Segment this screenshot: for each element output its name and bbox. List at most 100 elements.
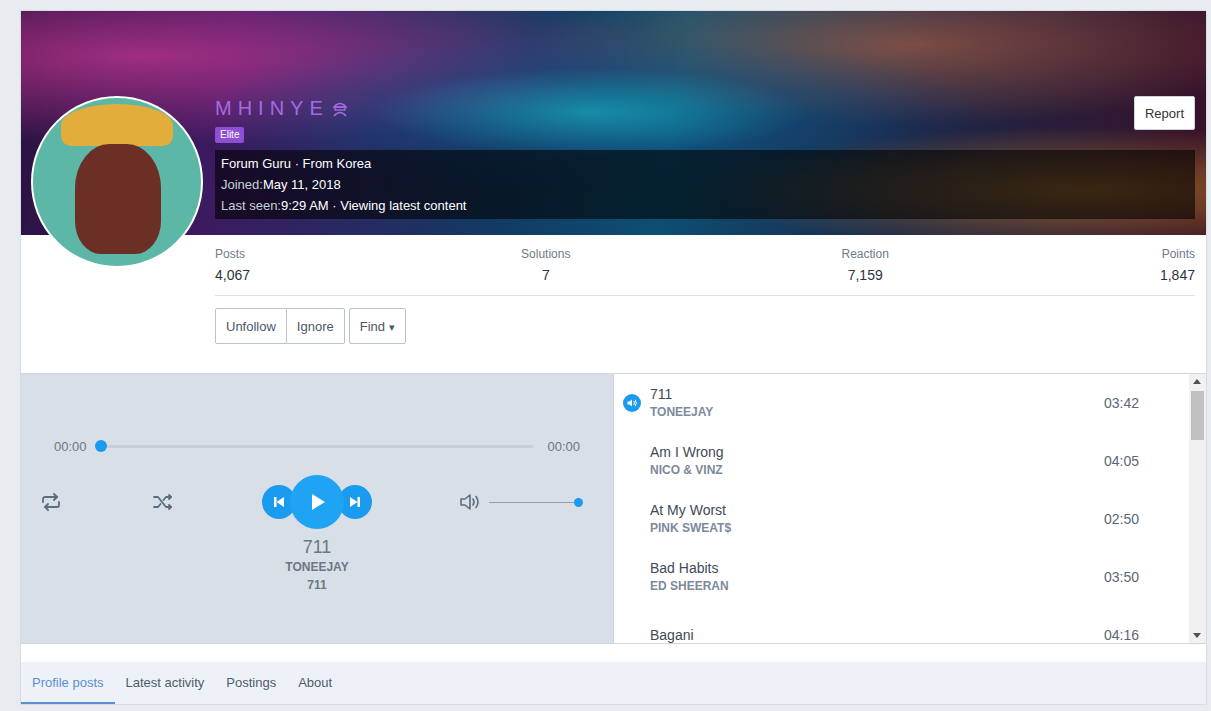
avatar-face	[75, 144, 161, 254]
username-row: MHINYE	[215, 95, 349, 121]
stats: Posts 4,067 Solutions 7 Reaction 7,159 Points 1…	[215, 246, 1195, 296]
username[interactable]: MHINYE	[215, 97, 329, 120]
song-title: Am I Wrong	[650, 443, 1104, 462]
profile-tabs: Profile postsLatest activityPostingsAbou…	[21, 662, 1206, 704]
play-icon	[306, 491, 328, 513]
song-icon-slot	[623, 626, 641, 643]
next-icon	[348, 495, 362, 509]
find-button[interactable]: Find ▾	[349, 308, 406, 344]
player-controls: 00:00 00:00 711TONEEJAY711	[21, 374, 614, 643]
song-artist: TONEEJAY	[650, 404, 1104, 421]
stat-value: 1,847	[1160, 265, 1195, 285]
now-playing-icon	[623, 394, 641, 412]
volume-icon[interactable]	[459, 493, 483, 511]
playlist-row[interactable]: At My WorstPINK SWEAT$02:50	[614, 490, 1189, 548]
button-group: UnfollowIgnore	[215, 308, 345, 344]
song-title: Bagani	[650, 626, 1104, 644]
caret-icon: ▾	[389, 321, 395, 333]
stat: Reaction 7,159	[842, 246, 889, 285]
tab[interactable]: Postings	[215, 662, 287, 704]
stat: Points 1,847	[1160, 246, 1195, 285]
song-title: Bad Habits	[650, 559, 1104, 578]
scroll-thumb[interactable]	[1191, 391, 1204, 440]
now-playing-artist: TONEEJAY	[285, 558, 348, 576]
song-text: 711TONEEJAY	[650, 385, 1104, 421]
stat-label: Points	[1160, 246, 1195, 263]
profile-summary: Posts 4,067 Solutions 7 Reaction 7,159 Points 1…	[21, 235, 1206, 373]
song-artist: ED SHEERAN	[650, 578, 1104, 595]
stat-label: Reaction	[842, 246, 889, 263]
song-artist: PINK SWEAT$	[650, 520, 1104, 537]
play-button[interactable]	[290, 475, 344, 529]
playlist-row[interactable]: Am I WrongNICO & VINZ04:05	[614, 432, 1189, 490]
shuffle-cell	[71, 493, 255, 511]
stat: Posts 4,067	[215, 246, 250, 285]
song-text: Bagani	[650, 626, 1104, 644]
song-duration: 04:16	[1104, 627, 1139, 643]
action-button[interactable]: Ignore	[287, 308, 345, 344]
tab[interactable]: About	[287, 662, 343, 704]
tab[interactable]: Latest activity	[115, 662, 216, 704]
elapsed-time: 00:00	[54, 439, 87, 454]
stat: Solutions 7	[521, 246, 570, 285]
action-button[interactable]: Unfollow	[215, 308, 287, 344]
info-strip: Forum Guru · From KoreaJoined:May 11, 20…	[215, 150, 1195, 219]
stat-value: 7	[521, 265, 570, 285]
song-title: At My Worst	[650, 501, 1104, 520]
now-playing-title: 711	[303, 536, 332, 558]
progress-bar[interactable]	[101, 445, 534, 448]
playlist-row[interactable]: 711TONEEJAY03:42	[614, 374, 1189, 432]
song-title: 711	[650, 385, 1104, 404]
volume-slider[interactable]	[489, 502, 578, 503]
transport	[255, 475, 379, 529]
stat-value: 4,067	[215, 265, 250, 285]
music-player: 00:0000:00711TONEEJAY711711TONEEJAY03:42…	[21, 373, 1206, 644]
avatar[interactable]	[31, 96, 203, 268]
song-duration: 03:42	[1104, 395, 1139, 411]
elite-badge: Elite	[215, 127, 244, 143]
song-icon-slot	[623, 510, 641, 528]
repeat-icon[interactable]	[40, 493, 62, 511]
shuffle-icon[interactable]	[152, 493, 174, 511]
actions: UnfollowIgnoreFind ▾	[215, 308, 1195, 344]
playlist-panel: 711TONEEJAY03:42Am I WrongNICO & VINZ04:…	[614, 374, 1206, 643]
song-icon-slot	[623, 394, 641, 412]
song-text: Bad HabitsED SHEERAN	[650, 559, 1104, 595]
controls-row	[21, 475, 613, 529]
song-duration: 04:05	[1104, 453, 1139, 469]
progress-row: 00:00 00:00	[21, 436, 613, 456]
scrollbar[interactable]	[1189, 374, 1206, 643]
volume-handle[interactable]	[574, 498, 583, 507]
stat-label: Posts	[215, 246, 250, 263]
tab[interactable]: Profile posts	[21, 662, 115, 704]
song-icon-slot	[623, 568, 641, 586]
previous-icon	[272, 495, 286, 509]
profile-card: MHINYE Elite Forum Guru · From KoreaJoined…	[20, 10, 1207, 705]
joined-line: Joined:May 11, 2018	[221, 174, 1189, 195]
volume-fill	[489, 502, 578, 503]
song-text: Am I WrongNICO & VINZ	[650, 443, 1104, 479]
report-button[interactable]: Report	[1134, 96, 1195, 130]
agent-icon	[331, 99, 349, 117]
spacer	[21, 644, 1206, 662]
volume-control	[379, 493, 578, 511]
last-seen-line: Last seen:9:29 AM · Viewing latest conte…	[221, 195, 1189, 216]
stat-value: 7,159	[842, 265, 889, 285]
scroll-up-icon[interactable]	[1193, 379, 1201, 384]
page: MHINYE Elite Forum Guru · From KoreaJoined…	[0, 0, 1211, 711]
stat-label: Solutions	[521, 246, 570, 263]
song-duration: 02:50	[1104, 511, 1139, 527]
avatar-cap	[61, 104, 173, 146]
title-line: Forum Guru · From Korea	[221, 153, 1189, 174]
song-text: At My WorstPINK SWEAT$	[650, 501, 1104, 537]
song-duration: 03:50	[1104, 569, 1139, 585]
playlist-row[interactable]: Bad HabitsED SHEERAN03:50	[614, 548, 1189, 606]
progress-handle[interactable]	[95, 440, 107, 452]
playlist-row[interactable]: Bagani04:16	[614, 606, 1189, 643]
song-artist: NICO & VINZ	[650, 462, 1104, 479]
now-playing-album: 711	[307, 576, 326, 594]
repeat-cell	[31, 493, 71, 511]
duration-time: 00:00	[547, 439, 580, 454]
song-icon-slot	[623, 452, 641, 470]
scroll-down-icon[interactable]	[1193, 633, 1201, 638]
